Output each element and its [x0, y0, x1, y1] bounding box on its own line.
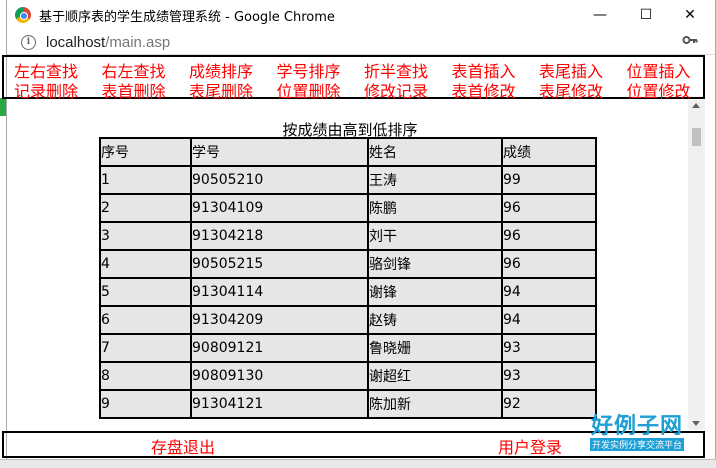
cell-index: 8 [99, 361, 192, 391]
nav-link-modify-record[interactable]: 修改记录 [364, 78, 452, 102]
cell-name: 鲁晓姗 [367, 333, 503, 363]
cell-score: 99 [501, 165, 597, 195]
cell-student-id: 90809130 [190, 361, 369, 391]
cell-student-id: 90505215 [190, 249, 369, 279]
cell-name: 谢超红 [367, 361, 503, 391]
nav-link-modify-head[interactable]: 表首修改 [452, 78, 540, 102]
scroll-thumb[interactable] [692, 128, 701, 146]
cell-score: 92 [501, 389, 597, 419]
scroll-down-arrow-icon[interactable] [692, 421, 700, 426]
cell-score: 93 [501, 361, 597, 391]
url-host: localhost [46, 33, 106, 51]
cell-name: 刘干 [367, 221, 503, 251]
cell-student-id: 91304114 [190, 277, 369, 307]
title-bar: 基于顺序表的学生成绩管理系统 - Google Chrome — ☐ ✕ [7, 0, 715, 30]
nav-link-delete-position[interactable]: 位置删除 [277, 78, 365, 102]
site-watermark-logo: 好例子网 开发实例分享交流平台 [589, 408, 684, 451]
table-body: 1 90505210 王涛 99 2 91304109 陈鹏 96 3 91304218 刘干 96 4… [99, 165, 597, 419]
cell-score: 93 [501, 333, 597, 363]
table-row: 9 91304121 陈加新 92 [99, 389, 597, 419]
cell-student-id: 90505210 [190, 165, 369, 195]
cell-name: 王涛 [367, 165, 503, 195]
watermark-tagline: 开发实例分享交流平台 [589, 438, 684, 451]
maximize-button[interactable]: ☐ [623, 0, 669, 30]
cell-name: 骆剑锋 [367, 249, 503, 279]
cell-index: 4 [99, 249, 192, 279]
table-row: 6 91304209 赵铸 94 [99, 305, 597, 335]
url-path: /main.asp [105, 33, 171, 51]
column-header-index: 序号 [99, 137, 192, 167]
info-icon[interactable]: i [21, 34, 36, 50]
cell-student-id: 91304121 [190, 389, 369, 419]
scroll-up-arrow-icon[interactable] [692, 103, 700, 108]
column-header-name: 姓名 [367, 137, 503, 167]
nav-link-delete-head[interactable]: 表首删除 [102, 78, 190, 102]
nav-frame: 左右查找 右左查找 成绩排序 学号排序 折半查找 表首插入 表尾插入 位置插入 … [2, 55, 705, 101]
nav-link-modify-tail[interactable]: 表尾修改 [539, 78, 627, 102]
cell-index: 5 [99, 277, 192, 307]
chrome-icon [15, 7, 31, 23]
cell-student-id: 91304109 [190, 193, 369, 223]
cell-name: 陈加新 [367, 389, 503, 419]
column-header-student-id: 学号 [190, 137, 369, 167]
table-row: 8 90809130 谢超红 93 [99, 361, 597, 391]
cell-student-id: 90809121 [190, 333, 369, 363]
cell-score: 94 [501, 277, 597, 307]
cell-score: 94 [501, 305, 597, 335]
cell-name: 赵铸 [367, 305, 503, 335]
cell-score: 96 [501, 249, 597, 279]
window-title: 基于顺序表的学生成绩管理系统 - Google Chrome [39, 9, 335, 25]
cell-index: 1 [99, 165, 192, 195]
cell-score: 96 [501, 221, 597, 251]
cell-index: 7 [99, 333, 192, 363]
vertical-scrollbar[interactable] [688, 100, 705, 430]
table-row: 1 90505210 王涛 99 [99, 165, 597, 195]
nav-row-edits: 记录删除 表首删除 表尾删除 位置删除 修改记录 表首修改 表尾修改 位置修改 [14, 78, 714, 102]
key-icon[interactable] [682, 32, 698, 48]
cell-student-id: 91304218 [190, 221, 369, 251]
grades-table: 序号 学号 姓名 成绩 1 90505210 王涛 99 2 91304109 陈鹏 96 3 9… [99, 137, 597, 419]
table-row: 2 91304109 陈鹏 96 [99, 193, 597, 223]
nav-link-delete-record[interactable]: 记录删除 [14, 78, 102, 102]
cell-index: 6 [99, 305, 192, 335]
table-row: 4 90505215 骆剑锋 96 [99, 249, 597, 279]
nav-link-delete-tail[interactable]: 表尾删除 [189, 78, 277, 102]
cell-index: 3 [99, 221, 192, 251]
nav-link-modify-position[interactable]: 位置修改 [627, 78, 715, 102]
cell-name: 谢锋 [367, 277, 503, 307]
save-exit-link[interactable]: 存盘退出 [151, 434, 215, 458]
close-button[interactable]: ✕ [667, 0, 713, 30]
cell-index: 9 [99, 389, 192, 419]
user-login-link[interactable]: 用户登录 [498, 434, 562, 458]
cell-name: 陈鹏 [367, 193, 503, 223]
address-bar[interactable]: i localhost/main.asp [7, 30, 715, 55]
url-field[interactable]: localhost/main.asp [46, 34, 170, 51]
minimize-button[interactable]: — [577, 0, 623, 30]
cell-student-id: 91304209 [190, 305, 369, 335]
column-header-score: 成绩 [501, 137, 597, 167]
cell-index: 2 [99, 193, 192, 223]
cell-score: 96 [501, 193, 597, 223]
table-row: 3 91304218 刘干 96 [99, 221, 597, 251]
watermark-brand: 好例子网 [590, 414, 683, 439]
table-row: 5 91304114 谢锋 94 [99, 277, 597, 307]
table-row: 7 90809121 鲁晓姗 93 [99, 333, 597, 363]
table-header-row: 序号 学号 姓名 成绩 [99, 137, 597, 167]
content-frame: 按成绩由高到低排序 序号 学号 姓名 成绩 1 90505210 王涛 99 2 9130… [2, 100, 686, 430]
